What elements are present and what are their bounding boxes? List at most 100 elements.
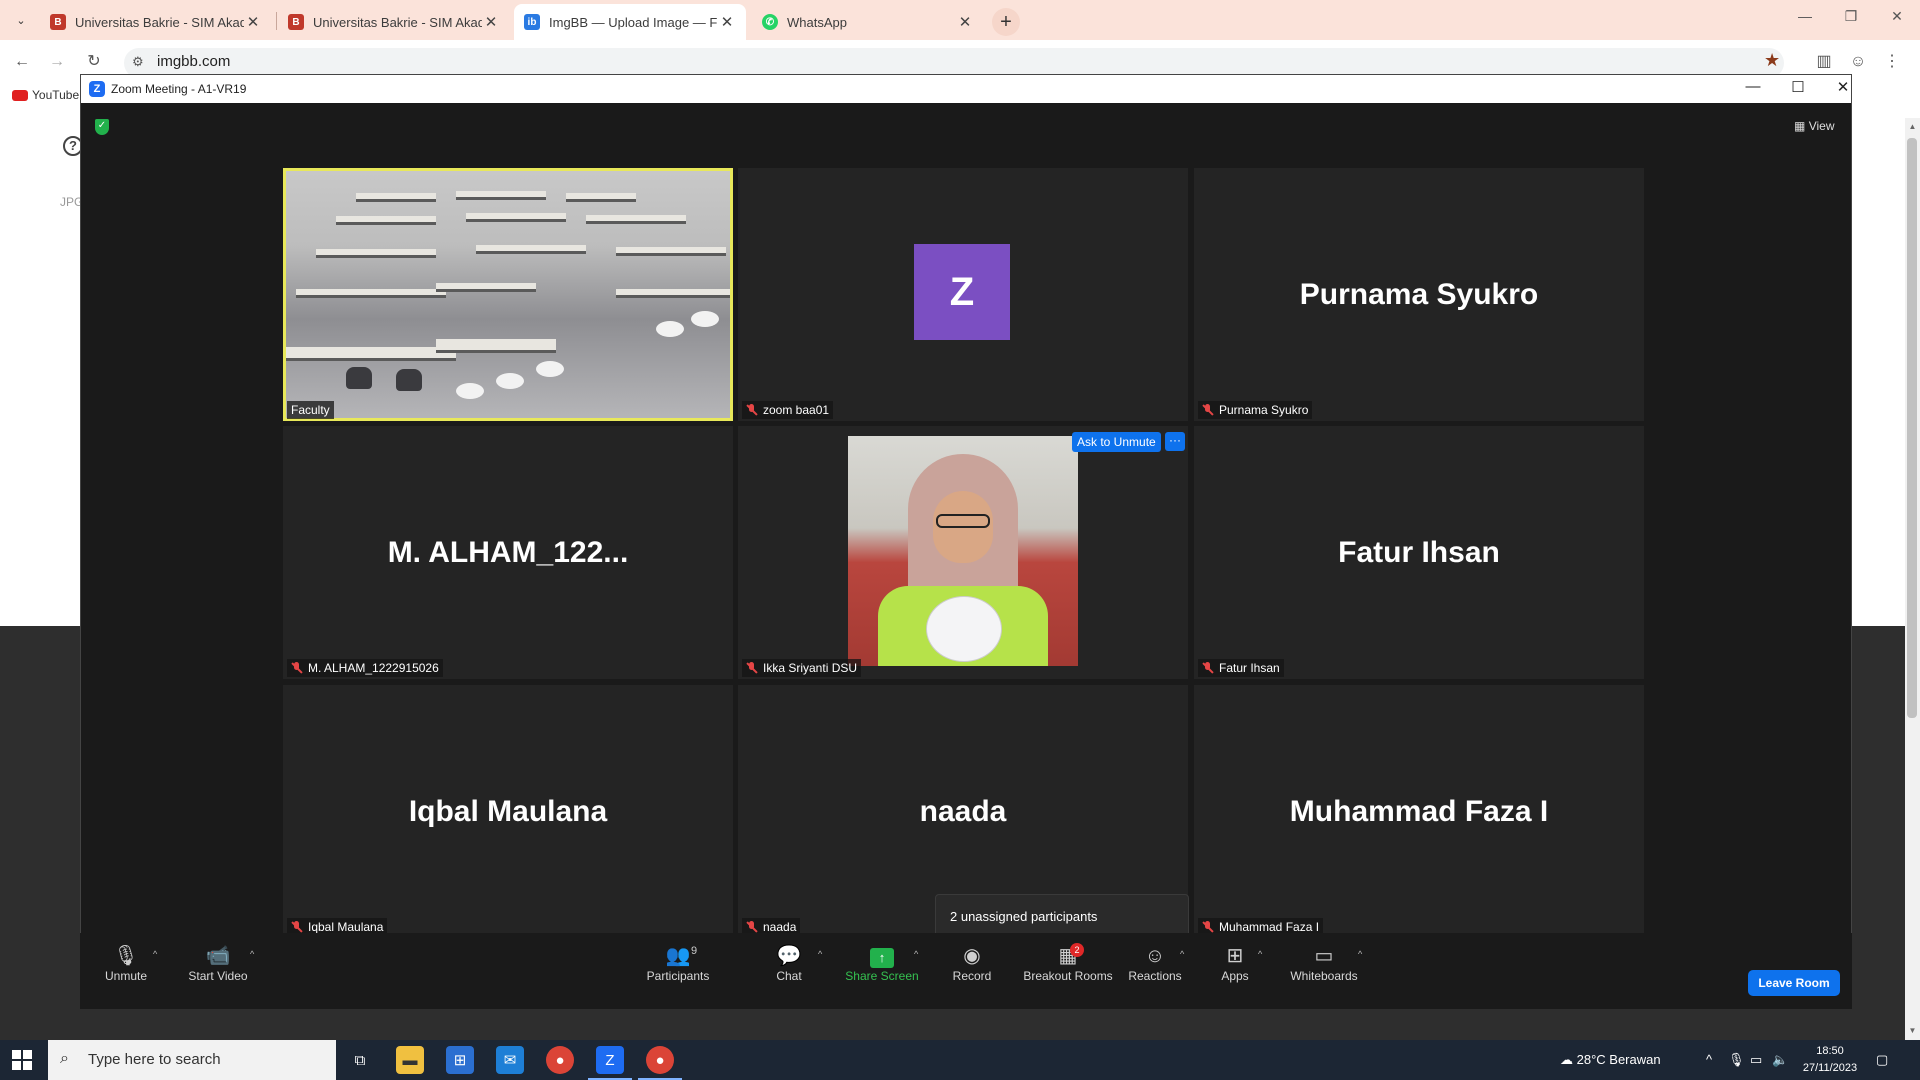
tab-sim-akademik-2[interactable]: B Universitas Bakrie - SIM Akadem ✕ (278, 4, 510, 40)
share-screen-icon: ↑ (870, 948, 894, 968)
taskbar-clock[interactable]: 18:50 27/11/2023 (1800, 1043, 1860, 1077)
profile-icon[interactable]: ☺ (1846, 50, 1870, 74)
participants-count: 9 (691, 945, 698, 957)
tab-whatsapp[interactable]: ✆ WhatsApp ✕ (752, 4, 984, 40)
bakrie-favicon-icon: B (50, 14, 66, 30)
participant-display-name: M. ALHAM_122... (387, 535, 629, 569)
file-explorer-icon[interactable]: ▬ (396, 1046, 424, 1074)
zoom-close-button[interactable]: ✕ (1828, 78, 1858, 96)
zoom-taskbar-icon[interactable]: Z (588, 1046, 632, 1080)
breakout-rooms-button[interactable]: ▦ 2 Breakout Rooms (1018, 943, 1118, 983)
whiteboard-icon: ▭ (1314, 945, 1334, 967)
task-view-icon[interactable]: ⧉ (346, 1046, 374, 1074)
avatar: Z (914, 244, 1010, 340)
whiteboards-button[interactable]: ▭ Whiteboards (1279, 943, 1369, 983)
close-tab-icon[interactable]: ✕ (718, 13, 736, 31)
imgbb-favicon-icon: ib (524, 14, 540, 30)
reload-icon[interactable]: ↻ (82, 50, 106, 74)
windows-start-icon[interactable] (12, 1050, 32, 1070)
unmute-button[interactable]: 🎙 Unmute (81, 943, 171, 983)
chrome-icon[interactable]: ● (546, 1046, 574, 1074)
video-tile-ikka-sriyanti[interactable]: Ikka Sriyanti DSU (738, 426, 1188, 679)
zoom-window-title: Zoom Meeting - A1-VR19 (111, 82, 247, 96)
video-options-caret-icon[interactable]: ^ (250, 949, 254, 959)
scroll-up-icon[interactable]: ▲ (1905, 122, 1920, 131)
audio-options-caret-icon[interactable]: ^ (153, 949, 157, 959)
video-tile-zoom-baa01[interactable]: Z zoom baa01 (738, 168, 1188, 421)
video-tile-fatur-ihsan[interactable]: Fatur Ihsan Fatur Ihsan (1194, 426, 1644, 679)
ask-to-unmute-button[interactable]: Ask to Unmute (1072, 432, 1161, 452)
video-tile-purnama-syukro[interactable]: Purnama Syukro Purnama Syukro (1194, 168, 1644, 421)
reactions-options-caret-icon[interactable]: ^ (1180, 949, 1184, 959)
close-tab-icon[interactable]: ✕ (956, 13, 974, 31)
participant-name-tag: Ikka Sriyanti DSU (742, 659, 862, 677)
page-scrollbar-thumb[interactable] (1907, 138, 1917, 718)
tab-imgbb[interactable]: ib ImgBB — Upload Image — Free ✕ (514, 4, 746, 40)
chrome-menu-icon[interactable]: ⋮ (1880, 50, 1904, 74)
video-tile-m-alham[interactable]: M. ALHAM_122... M. ALHAM_1222915026 (283, 426, 733, 679)
participant-display-name: Purnama Syukro (1299, 277, 1539, 311)
taskbar-search-box[interactable]: ⌕ Type here to search (48, 1040, 336, 1080)
new-tab-button[interactable]: + (992, 8, 1020, 36)
encryption-shield-icon[interactable]: ✓ (95, 119, 109, 135)
volume-icon[interactable]: 🔈 (1772, 1052, 1788, 1068)
network-icon[interactable]: ▭ (1750, 1052, 1762, 1068)
more-options-button[interactable]: ··· (1165, 432, 1185, 451)
mic-muted-icon (1202, 404, 1214, 416)
video-tile-muhammad-faza[interactable]: Muhammad Faza I Muhammad Faza I (1194, 685, 1644, 938)
zoom-maximize-button[interactable]: ☐ (1783, 78, 1813, 96)
clock-date: 27/11/2023 (1802, 1062, 1858, 1074)
leave-room-button[interactable]: Leave Room (1748, 970, 1840, 996)
record-button[interactable]: ◉ Record (927, 943, 1017, 983)
video-tile-iqbal-maulana[interactable]: Iqbal Maulana Iqbal Maulana (283, 685, 733, 938)
back-arrow-icon[interactable]: ← (10, 50, 34, 74)
participants-button[interactable]: 👥 9 Participants (633, 943, 723, 983)
mic-muted-icon (746, 921, 758, 933)
mic-muted-icon (746, 404, 758, 416)
apps-options-caret-icon[interactable]: ^ (1258, 949, 1262, 959)
mic-muted-icon (1202, 921, 1214, 933)
apps-button[interactable]: ⊞ Apps (1190, 943, 1280, 983)
microphone-icon[interactable]: 🎙 (1728, 1052, 1745, 1068)
url-text[interactable]: imgbb.com (157, 53, 230, 70)
bookmark-star-icon[interactable]: ★ (1764, 50, 1780, 71)
video-tile-faculty[interactable]: Faculty (283, 168, 733, 421)
view-button[interactable]: ▦ View (1794, 119, 1834, 133)
mail-icon[interactable]: ✉ (496, 1046, 524, 1074)
show-hidden-icons-icon[interactable]: ^ (1706, 1052, 1712, 1067)
bookmark-youtube[interactable]: YouTube (0, 88, 90, 112)
close-tab-icon[interactable]: ✕ (244, 13, 262, 31)
whiteboards-options-caret-icon[interactable]: ^ (1358, 949, 1362, 959)
participant-video-feed (848, 436, 1078, 666)
browser-restore-button[interactable]: ❐ (1836, 8, 1866, 25)
browser-minimize-button[interactable]: — (1790, 8, 1820, 24)
tab-sim-akademik-1[interactable]: B Universitas Bakrie - SIM Akadem ✕ (40, 4, 272, 40)
browser-close-button[interactable]: ✕ (1882, 8, 1912, 25)
participant-name-tag: zoom baa01 (742, 401, 834, 419)
tab-search-icon[interactable]: ⌄ (10, 9, 32, 31)
microsoft-store-icon[interactable]: ⊞ (446, 1046, 474, 1074)
mic-muted-icon (1202, 662, 1214, 674)
participant-display-name: Muhammad Faza I (1289, 794, 1549, 828)
chrome-profile-icon[interactable]: ● (638, 1046, 682, 1080)
participants-icon: 👥 (665, 945, 691, 967)
reactions-button[interactable]: ☺ Reactions (1110, 943, 1200, 983)
participant-name-tag: M. ALHAM_1222915026 (287, 659, 443, 677)
windows-taskbar: ⌕ Type here to search ⧉ ▬ ⊞ ✉ ● Z ● ☁ 28… (0, 1040, 1920, 1080)
mic-muted-icon: 🎙 (113, 945, 139, 967)
apps-icon: ⊞ (1226, 945, 1244, 967)
breakout-rooms-badge: 2 (1070, 943, 1084, 957)
close-tab-icon[interactable]: ✕ (482, 13, 500, 31)
share-options-caret-icon[interactable]: ^ (914, 949, 918, 959)
forward-arrow-icon[interactable]: → (45, 50, 69, 74)
site-settings-icon[interactable]: ⚙ (132, 54, 144, 70)
notifications-icon[interactable]: ▢ (1876, 1052, 1888, 1068)
reactions-smiley-icon: ☺ (1144, 945, 1166, 967)
weather-widget[interactable]: ☁ 28°C Berawan (1560, 1052, 1661, 1068)
chat-options-caret-icon[interactable]: ^ (818, 949, 822, 959)
side-panel-icon[interactable]: ▥ (1812, 50, 1836, 74)
zoom-minimize-button[interactable]: — (1738, 78, 1768, 95)
scroll-down-icon[interactable]: ▼ (1905, 1026, 1920, 1035)
breakout-rooms-icon: ▦ (1058, 945, 1078, 967)
browser-tab-bar: ⌄ B Universitas Bakrie - SIM Akadem ✕ B … (0, 0, 1920, 40)
